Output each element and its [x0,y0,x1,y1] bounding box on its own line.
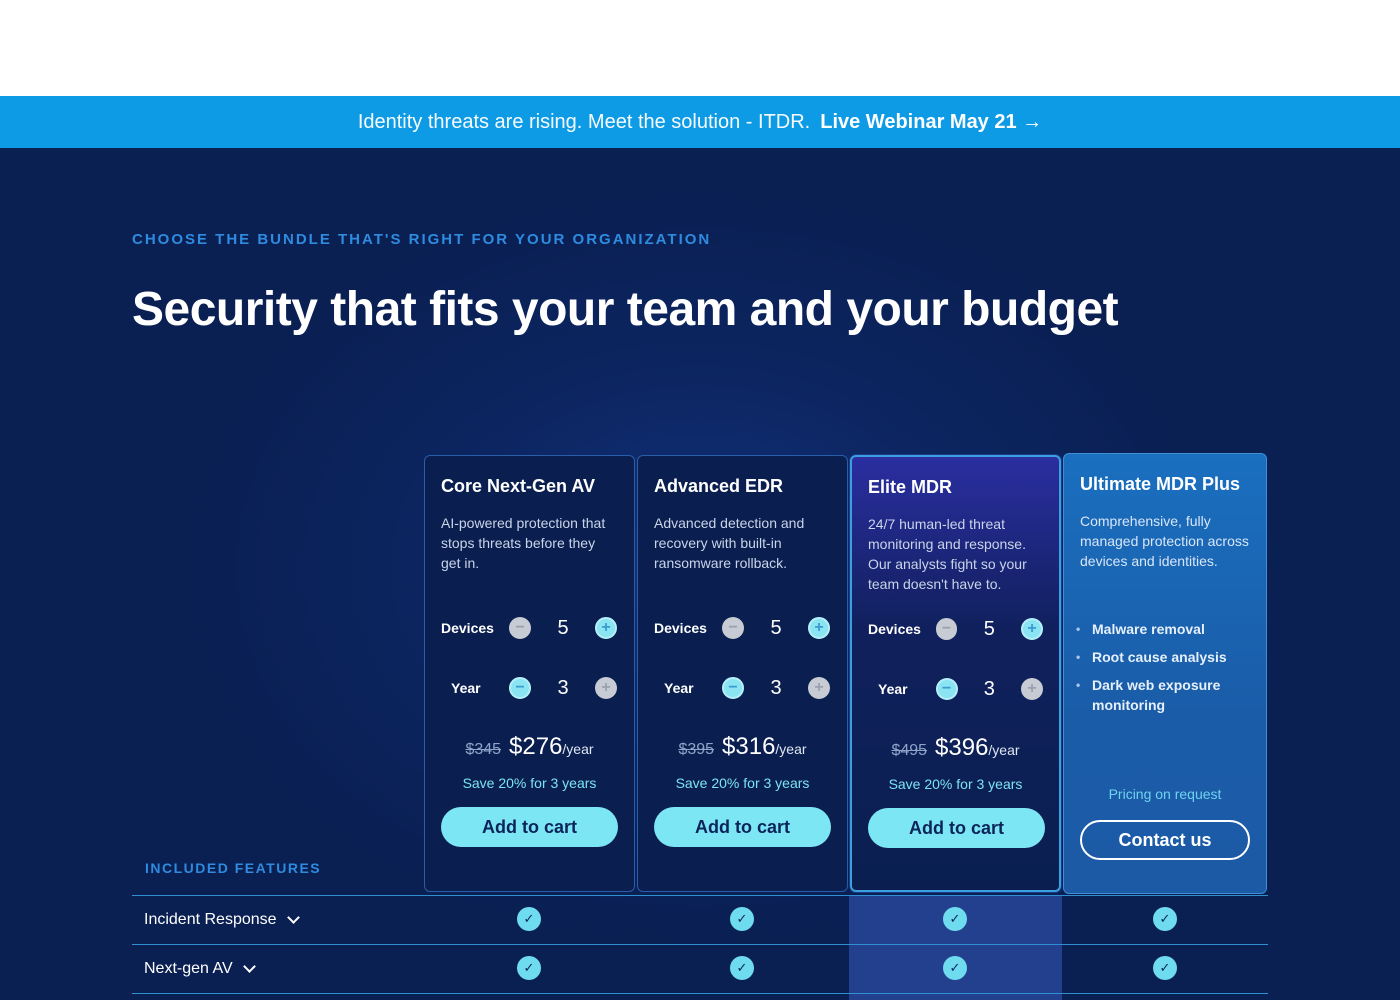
plus-icon[interactable]: + [1021,678,1043,700]
check-icon: ✓ [943,956,967,980]
year-value: 3 [983,677,995,700]
feature-row-incident-response[interactable]: Incident Response ✓ ✓ ✓ ✓ [132,895,1268,944]
devices-label: Devices [441,620,494,636]
pricing-on-request: Pricing on request [1108,786,1222,802]
add-to-cart-button[interactable]: Add to cart [868,808,1045,848]
webinar-link[interactable]: Live Webinar May 21 → [820,111,1042,134]
plan-description: Comprehensive, fully managed protection … [1080,513,1249,569]
devices-stepper: Devices − 5 + [868,614,1043,644]
price-period: /year [775,741,807,757]
plan-title: Core Next-Gen AV [441,476,596,496]
page-title: Security that fits your team and your bu… [132,283,1119,336]
year-value: 3 [770,676,782,699]
plan-card-advanced-edr: Advanced EDR Advanced detection and reco… [637,455,848,892]
discounted-price: $276 [509,733,563,760]
plan-card-ultimate-mdr-plus: Ultimate MDR Plus Comprehensive, fully m… [1063,453,1267,894]
year-stepper: Year − 3 + [441,673,618,703]
original-price: $345 [465,741,502,758]
feature-row-next-gen-av[interactable]: Next-gen AV ✓ ✓ ✓ ✓ [132,944,1268,993]
check-icon: ✓ [1153,907,1177,931]
minus-icon[interactable]: − [722,677,744,699]
check-icon: ✓ [730,907,754,931]
minus-icon[interactable]: − [935,618,958,640]
minus-icon[interactable]: − [935,678,958,700]
plus-icon[interactable]: + [1021,618,1043,640]
discounted-price: $396 [935,734,989,761]
devices-stepper: Devices − 5 + [441,613,618,643]
minus-icon[interactable]: − [722,617,744,639]
price-period: /year [562,741,594,757]
included-features-heading: INCLUDED FEATURES [145,860,322,876]
year-value: 3 [557,676,569,699]
banner-message: Identity threats are rising. Meet the so… [357,110,811,133]
section-eyebrow: CHOOSE THE BUNDLE THAT'S RIGHT FOR YOUR … [132,231,712,248]
chevron-down-icon[interactable] [286,910,300,924]
plus-icon[interactable]: + [808,677,830,699]
check-icon: ✓ [730,956,754,980]
contact-us-button[interactable]: Contact us [1080,820,1250,860]
minus-icon[interactable]: − [509,677,531,699]
original-price: $495 [891,742,928,759]
year-label: Year [451,680,481,696]
price-block: $395 $316 /year [654,733,831,763]
feature-name: Incident Response [144,911,277,928]
plan-title: Advanced EDR [654,476,784,496]
year-stepper: Year − 3 + [654,673,831,703]
feature-bullets: Malware removal Root cause analysis Dark… [1076,619,1250,715]
add-to-cart-button[interactable]: Add to cart [441,807,618,847]
price-block: $345 $276 /year [441,733,618,763]
plan-description: AI-powered protection that stops threats… [441,515,606,571]
minus-icon[interactable]: − [509,617,531,639]
promo-banner[interactable]: Identity threats are rising. Meet the so… [0,96,1400,148]
feature-row-divider [132,993,1268,1000]
savings-note: Save 20% for 3 years [675,775,810,791]
devices-value: 5 [983,617,995,640]
plus-icon[interactable]: + [595,617,617,639]
plan-title: Elite MDR [868,477,953,497]
top-header-area [0,0,1400,96]
devices-stepper: Devices − 5 + [654,613,831,643]
plus-icon[interactable]: + [595,677,617,699]
year-stepper: Year − 3 + [868,674,1043,704]
plan-title: Ultimate MDR Plus [1080,474,1241,494]
original-price: $395 [678,741,715,758]
bullet-item: Root cause analysis [1076,647,1250,667]
savings-note: Save 20% for 3 years [462,775,597,791]
chevron-down-icon[interactable] [242,959,256,973]
discounted-price: $316 [722,733,776,760]
feature-name: Next-gen AV [144,960,233,977]
add-to-cart-button[interactable]: Add to cart [654,807,831,847]
bullet-item: Dark web exposure monitoring [1076,675,1250,715]
feature-name-cell[interactable]: Incident Response [132,910,422,929]
check-icon: ✓ [517,907,541,931]
plus-icon[interactable]: + [808,617,830,639]
devices-label: Devices [868,621,921,637]
check-icon: ✓ [517,956,541,980]
savings-note: Save 20% for 3 years [888,776,1023,792]
devices-value: 5 [557,616,569,639]
year-label: Year [878,681,908,697]
year-label: Year [664,680,694,696]
check-icon: ✓ [943,907,967,931]
plan-description: 24/7 human-led threat monitoring and res… [868,516,1027,592]
plan-card-core: Core Next-Gen AV AI-powered protection t… [424,455,635,892]
price-period: /year [988,742,1020,758]
pricing-section: CHOOSE THE BUNDLE THAT'S RIGHT FOR YOUR … [0,148,1400,1000]
plan-card-elite-mdr: Elite MDR 24/7 human-led threat monitori… [850,455,1061,892]
feature-name-cell[interactable]: Next-gen AV [132,959,422,978]
bullet-item: Malware removal [1076,619,1250,639]
devices-label: Devices [654,620,707,636]
devices-value: 5 [770,616,782,639]
check-icon: ✓ [1153,956,1177,980]
price-block: $495 $396 /year [868,734,1043,764]
plan-description: Advanced detection and recovery with bui… [654,515,805,571]
